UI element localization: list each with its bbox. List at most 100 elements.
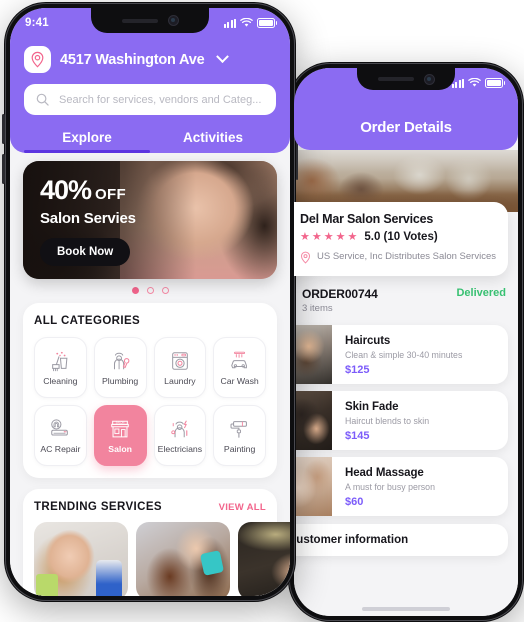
- tab-explore[interactable]: Explore: [24, 123, 150, 153]
- category-label: Cleaning: [43, 376, 77, 386]
- technician-working-photo[interactable]: [238, 522, 290, 596]
- customer-information-card: Customer information: [294, 524, 508, 556]
- service-price: $60: [345, 496, 498, 508]
- service-item-text: Head Massage A must for busy person $60: [332, 457, 508, 516]
- service-price: $145: [345, 430, 498, 442]
- service-item-text: Haircuts Clean & simple 30-40 minutes $1…: [332, 325, 508, 384]
- service-description: Clean & simple 30-40 minutes: [345, 350, 498, 360]
- banner-content: 40%OFF Salon Servies Book Now: [40, 177, 267, 266]
- service-item-row[interactable]: Skin Fade Haircut blends to skin $145: [294, 391, 508, 450]
- woman-with-spray-bottle-photo[interactable]: [34, 522, 128, 596]
- status-time: 9:41: [25, 17, 49, 29]
- paint-roller-icon: [229, 418, 251, 440]
- washing-machine-icon: [169, 350, 191, 372]
- order-summary-row: ORDER00744 3 items Delivered: [294, 276, 518, 318]
- earpiece-speaker: [122, 19, 158, 23]
- view-all-link[interactable]: VIEW ALL: [219, 502, 266, 513]
- volume-up-button[interactable]: [2, 114, 5, 144]
- cellular-signal-icon: [224, 19, 237, 28]
- air-conditioner-icon: [49, 418, 71, 440]
- service-description: A must for busy person: [345, 482, 498, 492]
- trending-thumbnails: [34, 522, 266, 596]
- order-details-screen: Order Details Del Mar Salon Services ★ ★…: [294, 68, 518, 616]
- category-cleaning[interactable]: Cleaning: [34, 337, 87, 398]
- business-description: US Service, Inc Distributes Salon Servic…: [317, 250, 496, 264]
- carousel-dot[interactable]: [147, 287, 154, 294]
- star-rating: ★ ★ ★ ★ ★: [300, 232, 357, 243]
- star-icon: ★: [300, 232, 310, 243]
- business-description-row: US Service, Inc Distributes Salon Servic…: [300, 250, 496, 264]
- phone-order-details: Order Details Del Mar Salon Services ★ ★…: [288, 62, 524, 622]
- location-address: 4517 Washington Ave: [60, 52, 204, 68]
- banner-carousel-dots: [23, 287, 277, 294]
- explore-tabs: Explore Activities: [24, 123, 276, 153]
- categories-title: ALL CATEGORIES: [34, 315, 140, 327]
- category-laundry[interactable]: Laundry: [154, 337, 207, 398]
- rating-value: 5.0 (10 Votes): [364, 231, 437, 243]
- service-item-row[interactable]: Haircuts Clean & simple 30-40 minutes $1…: [294, 325, 508, 384]
- search-bar[interactable]: [24, 84, 276, 115]
- front-camera: [168, 15, 179, 26]
- location-selector[interactable]: 4517 Washington Ave: [24, 46, 276, 73]
- screenshot-stage: Order Details Del Mar Salon Services ★ ★…: [0, 0, 524, 613]
- head-massage-photo: [294, 457, 332, 516]
- category-plumbing[interactable]: Plumbing: [94, 337, 147, 398]
- home-indicator[interactable]: [362, 607, 450, 611]
- book-now-button[interactable]: Book Now: [40, 238, 130, 266]
- service-item-text: Skin Fade Haircut blends to skin $145: [332, 391, 508, 450]
- carousel-dot[interactable]: [132, 287, 139, 294]
- trending-services-card: TRENDING SERVICES VIEW ALL: [23, 489, 277, 596]
- customer-information-title: Customer information: [294, 534, 496, 546]
- order-id: ORDER00744: [302, 287, 378, 301]
- salon-storefront-icon: SALON: [109, 418, 131, 440]
- order-details-body: Del Mar Salon Services ★ ★ ★ ★ ★ 5.0 (10…: [294, 150, 518, 616]
- service-name: Haircuts: [345, 335, 498, 347]
- tab-activities[interactable]: Activities: [150, 123, 276, 153]
- category-ac-repair[interactable]: AC Repair: [34, 405, 87, 466]
- cleaning-bucket-icon: [49, 350, 71, 372]
- search-input[interactable]: [57, 93, 264, 107]
- location-pin-icon: [300, 251, 311, 264]
- search-icon: [36, 93, 49, 106]
- banner-subtitle: Salon Servies: [40, 210, 267, 227]
- service-item-row[interactable]: Head Massage A must for busy person $60: [294, 457, 508, 516]
- category-car-wash[interactable]: Car Wash: [213, 337, 266, 398]
- star-icon: ★: [336, 232, 346, 243]
- phone-explore: 9:41: [4, 2, 296, 602]
- plumber-wrench-icon: [109, 350, 131, 372]
- category-label: Salon: [108, 444, 132, 454]
- electrician-icon: [169, 418, 191, 440]
- banner-off-label: OFF: [95, 186, 126, 203]
- promo-banner[interactable]: 40%OFF Salon Servies Book Now: [23, 161, 277, 279]
- earpiece-speaker: [378, 77, 414, 81]
- category-label: Laundry: [164, 376, 195, 386]
- categories-grid: Cleaning Plumbing: [34, 337, 266, 466]
- category-label: AC Repair: [40, 444, 80, 454]
- category-label: Plumbing: [102, 376, 138, 386]
- status-badge: Delivered: [456, 287, 506, 299]
- chevron-down-icon[interactable]: [217, 50, 230, 63]
- haircut-photo: [294, 325, 332, 384]
- category-electricians[interactable]: Electricians: [154, 405, 207, 466]
- banner-discount: 40%: [40, 175, 91, 205]
- order-items-count: 3 items: [302, 303, 378, 314]
- all-categories-card: ALL CATEGORIES Cle: [23, 303, 277, 478]
- rating-row: ★ ★ ★ ★ ★ 5.0 (10 Votes): [300, 231, 496, 243]
- category-painting[interactable]: Painting: [213, 405, 266, 466]
- service-price: $125: [345, 364, 498, 376]
- front-camera: [424, 74, 435, 85]
- location-pin-icon: [24, 46, 51, 73]
- order-id-block: ORDER00744 3 items: [302, 287, 378, 314]
- explore-body: 40%OFF Salon Servies Book Now ALL CATEGO…: [10, 150, 290, 596]
- battery-icon: [257, 18, 275, 29]
- hair-styling-salon-photo[interactable]: [136, 522, 230, 596]
- carousel-dot[interactable]: [162, 287, 169, 294]
- skin-fade-photo: [294, 391, 332, 450]
- car-wash-icon: [229, 350, 251, 372]
- volume-down-button[interactable]: [2, 154, 5, 184]
- battery-icon: [485, 78, 503, 89]
- category-salon[interactable]: SALON Salon: [94, 405, 147, 466]
- banner-discount-line: 40%OFF: [40, 177, 267, 204]
- notch: [91, 8, 209, 33]
- trending-title: TRENDING SERVICES: [34, 501, 162, 513]
